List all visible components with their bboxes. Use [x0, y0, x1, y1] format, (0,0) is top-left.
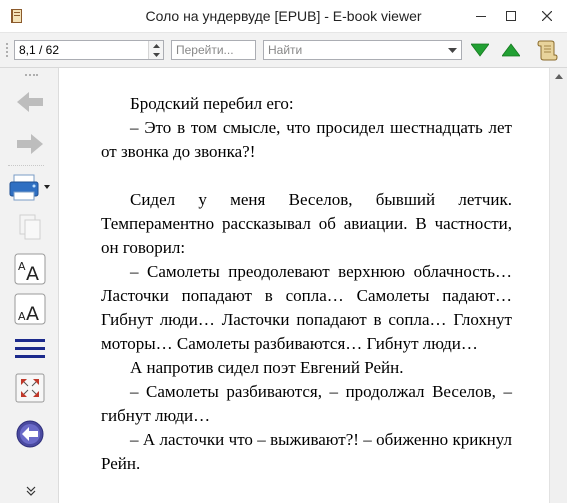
search-combobox[interactable]	[263, 40, 462, 60]
chevron-down-icon	[152, 52, 160, 57]
maximize-icon	[506, 11, 516, 21]
bookmarks-button[interactable]	[533, 37, 561, 63]
sidebar-grip-icon[interactable]	[24, 73, 38, 77]
lines-icon	[15, 339, 45, 358]
vertical-scrollbar[interactable]	[549, 68, 567, 503]
text-paragraph: – Самолеты преодолевают верхнюю облачнос…	[101, 262, 512, 353]
toolbar	[0, 33, 567, 68]
return-button[interactable]	[8, 418, 52, 450]
back-button[interactable]	[8, 86, 52, 118]
text-paragraph: – Это в том смысле, что просидел шестнад…	[101, 118, 512, 161]
scroll-icon	[537, 40, 558, 61]
print-button[interactable]	[8, 171, 52, 203]
search-input[interactable]	[264, 41, 450, 59]
text-paragraph: Бродский перебил его:	[130, 94, 294, 113]
font-smaller-icon: A A	[14, 293, 46, 325]
book-text: Бродский перебил его: – Это в том смысле…	[101, 92, 512, 476]
goto-input[interactable]	[171, 40, 256, 60]
sidebar-separator	[8, 165, 44, 166]
text-paragraph: Сидел у меня Веселов, бывший летчик. Тем…	[101, 190, 512, 257]
text-paragraph: А напротив сидел поэт Евгений Рейн.	[130, 358, 404, 377]
text-paragraph: – Самолеты разбиваются, – продолжал Весе…	[101, 382, 512, 425]
table-of-contents-button[interactable]	[8, 333, 52, 365]
toolbar-grip-icon[interactable]	[5, 42, 9, 58]
svg-text:A: A	[26, 263, 39, 285]
spin-down-button[interactable]	[149, 50, 163, 59]
left-sidebar: A A A A	[0, 68, 59, 503]
close-icon	[541, 11, 552, 21]
font-larger-icon: A A	[14, 253, 46, 285]
search-dropdown-button[interactable]	[444, 41, 461, 59]
font-size-larger-button[interactable]: A A	[8, 253, 52, 285]
minimize-button[interactable]	[466, 0, 496, 32]
svg-text:A: A	[18, 310, 26, 323]
svg-text:A: A	[26, 303, 39, 325]
arrow-left-icon	[17, 92, 43, 112]
arrow-down-icon	[471, 43, 489, 57]
minimize-icon	[476, 16, 486, 17]
maximize-button[interactable]	[496, 0, 526, 32]
arrow-up-icon	[502, 43, 520, 57]
chevron-up-icon	[152, 43, 160, 48]
spin-up-button[interactable]	[149, 41, 163, 50]
back-circle-icon	[16, 420, 44, 448]
find-previous-button[interactable]	[500, 40, 522, 60]
find-next-button[interactable]	[469, 40, 491, 60]
spin-arrows	[148, 41, 163, 59]
page-position-spinbox[interactable]	[14, 40, 164, 60]
close-button[interactable]	[526, 0, 567, 32]
copy-icon	[19, 214, 41, 240]
book-content-view: Бродский перебил его: – Это в том смысле…	[59, 68, 549, 503]
double-chevron-down-icon[interactable]	[26, 486, 36, 496]
chevron-down-icon	[448, 47, 457, 53]
arrow-right-icon	[17, 134, 43, 154]
chevron-up-icon	[554, 74, 563, 79]
svg-text:A: A	[18, 260, 26, 273]
fullscreen-button[interactable]	[8, 372, 52, 404]
fullscreen-icon	[15, 373, 45, 403]
title-bar: Соло на ундервуде [EPUB] - E-book viewer	[0, 0, 567, 33]
page-position-input[interactable]	[15, 41, 155, 59]
printer-icon	[9, 174, 50, 201]
copy-button[interactable]	[8, 211, 52, 243]
forward-button[interactable]	[8, 128, 52, 160]
scroll-up-button[interactable]	[550, 68, 567, 85]
font-size-smaller-button[interactable]: A A	[8, 293, 52, 325]
text-paragraph: – А ласточки что – выживают?! – обиженно…	[101, 430, 512, 473]
